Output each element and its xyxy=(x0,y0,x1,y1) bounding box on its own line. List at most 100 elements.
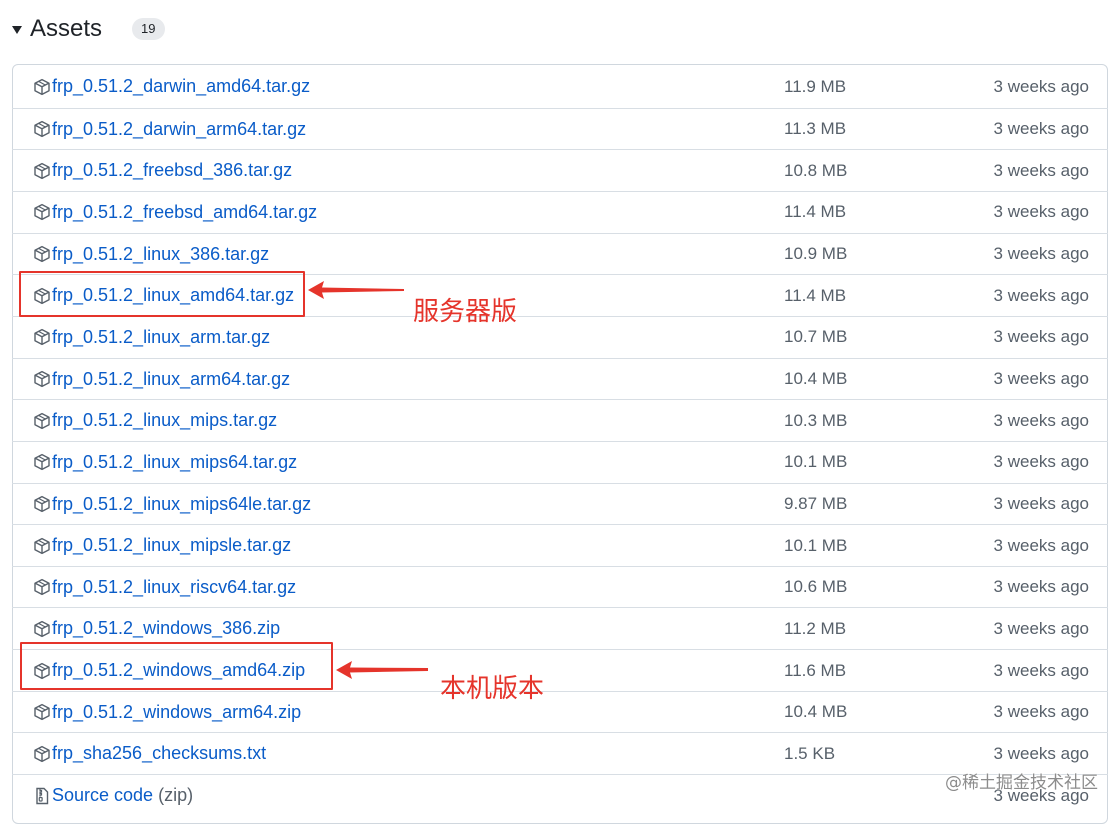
asset-download-link[interactable]: frp_0.51.2_linux_mips.tar.gz xyxy=(52,410,277,431)
package-icon xyxy=(33,578,51,596)
package-icon xyxy=(33,245,51,263)
asset-time: 3 weeks ago xyxy=(993,618,1089,638)
asset-time: 3 weeks ago xyxy=(993,702,1089,722)
package-icon xyxy=(33,620,51,638)
asset-name-cell: frp_0.51.2_linux_mips64le.tar.gz xyxy=(33,484,311,525)
asset-row: frp_0.51.2_linux_mips.tar.gz 10.3 MB 3 wee… xyxy=(12,399,1108,440)
asset-row: frp_0.51.2_freebsd_386.tar.gz 10.8 MB 3 we… xyxy=(12,149,1108,190)
asset-download-link[interactable]: frp_0.51.2_linux_mips64le.tar.gz xyxy=(52,494,311,515)
package-icon xyxy=(33,203,51,221)
annotation-label-local: 本机版本 xyxy=(440,674,545,704)
caret-down-icon[interactable] xyxy=(12,26,22,34)
asset-size: 10.4 MB xyxy=(784,369,848,389)
asset-row: frp_0.51.2_linux_mipsle.tar.gz 10.1 MB 3 w… xyxy=(12,524,1108,565)
file-zip-icon xyxy=(33,787,51,805)
asset-size: 11.3 MB xyxy=(784,119,847,139)
assets-header[interactable]: Assets 19 xyxy=(12,12,165,46)
asset-row: frp_0.51.2_linux_mips64le.tar.gz 9.87 MB 3… xyxy=(12,482,1108,525)
asset-download-link[interactable]: frp_0.51.2_linux_riscv64.tar.gz xyxy=(52,577,296,598)
asset-name-cell: frp_0.51.2_linux_mipsle.tar.gz xyxy=(33,525,291,566)
asset-row: frp_0.51.2_windows_arm64.zip 10.4 MB 3 wee… xyxy=(12,690,1108,733)
asset-download-link[interactable]: frp_0.51.2_linux_arm64.tar.gz xyxy=(52,369,290,390)
asset-name-cell: frp_0.51.2_windows_arm64.zip xyxy=(33,692,301,733)
asset-time: 3 weeks ago xyxy=(993,660,1089,680)
asset-size: 11.4 MB xyxy=(784,202,847,222)
annotation-arrow-server xyxy=(308,281,404,299)
asset-row: frp_0.51.2_linux_arm64.tar.gz 10.4 MB 3 we… xyxy=(12,357,1108,400)
asset-download-link[interactable]: frp_0.51.2_windows_386.zip xyxy=(52,618,280,639)
asset-download-link[interactable]: frp_0.51.2_windows_arm64.zip xyxy=(52,702,301,723)
asset-size: 10.9 MB xyxy=(784,244,848,264)
asset-size: 10.8 MB xyxy=(784,160,848,180)
asset-time: 3 weeks ago xyxy=(993,494,1089,513)
annotation-arrow-local xyxy=(336,661,428,679)
asset-name-cell: frp_0.51.2_linux_arm64.tar.gz xyxy=(33,359,290,400)
asset-size: 10.1 MB xyxy=(784,535,848,555)
asset-row: frp_sha256_checksums.txt 1.5 KB 3 weeks ag… xyxy=(12,732,1108,773)
asset-size: 10.4 MB xyxy=(784,702,848,722)
asset-name-cell: frp_0.51.2_linux_riscv64.tar.gz xyxy=(33,567,296,608)
package-icon xyxy=(33,703,51,721)
asset-time: 3 weeks ago xyxy=(993,285,1089,305)
package-icon xyxy=(33,370,51,388)
asset-size: 1.5 KB xyxy=(784,743,836,763)
asset-time: 3 weeks ago xyxy=(993,369,1089,389)
asset-download-link[interactable]: frp_0.51.2_darwin_amd64.tar.gz xyxy=(52,76,310,97)
asset-size: 11.2 MB xyxy=(784,618,847,638)
asset-time: 3 weeks ago xyxy=(993,244,1089,264)
package-icon xyxy=(33,328,51,346)
asset-size: 11.4 MB xyxy=(784,285,847,305)
package-icon xyxy=(33,412,51,430)
asset-size: 10.3 MB xyxy=(784,410,848,430)
asset-size: 10.7 MB xyxy=(784,327,848,347)
asset-time: 3 weeks ago xyxy=(993,160,1089,180)
highlight-box-local xyxy=(20,642,333,690)
asset-time: 3 weeks ago xyxy=(993,119,1089,139)
source-code-format: (zip) xyxy=(158,785,194,806)
package-icon xyxy=(33,495,51,513)
assets-count-badge: 19 xyxy=(132,18,165,40)
asset-download-link[interactable]: frp_0.51.2_freebsd_amd64.tar.gz xyxy=(52,202,317,223)
asset-name-cell: frp_sha256_checksums.txt xyxy=(33,733,266,774)
source-code-row: Source code (zip) 3 weeks ago xyxy=(12,774,1108,815)
asset-row: frp_0.51.2_linux_riscv64.tar.gz 10.6 MB 3 … xyxy=(12,565,1108,608)
source-code-link[interactable]: Source code xyxy=(52,785,153,806)
asset-download-link[interactable]: frp_0.51.2_linux_arm.tar.gz xyxy=(52,327,270,348)
asset-name-cell: frp_0.51.2_freebsd_amd64.tar.gz xyxy=(33,192,317,233)
asset-row: frp_0.51.2_linux_arm.tar.gz 10.7 MB 3 week… xyxy=(12,315,1108,358)
asset-download-link[interactable]: frp_0.51.2_freebsd_386.tar.gz xyxy=(52,160,292,181)
asset-name-cell: frp_0.51.2_linux_mips.tar.gz xyxy=(33,400,277,441)
asset-download-link[interactable]: frp_0.51.2_darwin_arm64.tar.gz xyxy=(52,119,306,140)
asset-size: 10.6 MB xyxy=(784,577,848,597)
assets-title: Assets xyxy=(30,15,103,42)
asset-time: 3 weeks ago xyxy=(993,76,1089,96)
annotation-label-server: 服务器版 xyxy=(413,297,518,327)
asset-download-link[interactable]: frp_sha256_checksums.txt xyxy=(52,743,266,764)
asset-time: 3 weeks ago xyxy=(993,327,1089,347)
asset-row: frp_0.51.2_linux_mips64.tar.gz 10.1 MB 3 w… xyxy=(12,440,1108,483)
asset-size: 10.1 MB xyxy=(784,452,848,472)
package-icon xyxy=(33,120,51,138)
package-icon xyxy=(33,537,51,555)
asset-download-link[interactable]: frp_0.51.2_linux_mips64.tar.gz xyxy=(52,452,297,473)
asset-name-cell: frp_0.51.2_linux_mips64.tar.gz xyxy=(33,442,297,483)
asset-name-cell: frp_0.51.2_darwin_arm64.tar.gz xyxy=(33,109,306,150)
asset-name-cell: frp_0.51.2_freebsd_386.tar.gz xyxy=(33,150,292,191)
asset-time: 3 weeks ago xyxy=(993,452,1089,472)
asset-name-cell: frp_0.51.2_linux_386.tar.gz xyxy=(33,234,269,275)
asset-time: 3 weeks ago xyxy=(993,577,1089,597)
asset-name-cell: frp_0.51.2_linux_arm.tar.gz xyxy=(33,317,270,358)
asset-name-cell: frp_0.51.2_darwin_amd64.tar.gz xyxy=(33,66,310,107)
asset-size: 11.6 MB xyxy=(784,660,847,680)
package-icon xyxy=(33,745,51,763)
asset-time: 3 weeks ago xyxy=(993,535,1089,555)
asset-row: frp_0.51.2_freebsd_amd64.tar.gz 11.4 MB 3 … xyxy=(12,190,1108,233)
package-icon xyxy=(33,453,51,471)
highlight-box-server xyxy=(19,271,305,317)
watermark: @稀土掘金技术社区 xyxy=(945,773,1098,793)
asset-download-link[interactable]: frp_0.51.2_linux_mipsle.tar.gz xyxy=(52,535,291,556)
asset-time: 3 weeks ago xyxy=(993,410,1089,430)
asset-download-link[interactable]: frp_0.51.2_linux_386.tar.gz xyxy=(52,244,269,265)
package-icon xyxy=(33,78,51,96)
package-icon xyxy=(33,162,51,180)
